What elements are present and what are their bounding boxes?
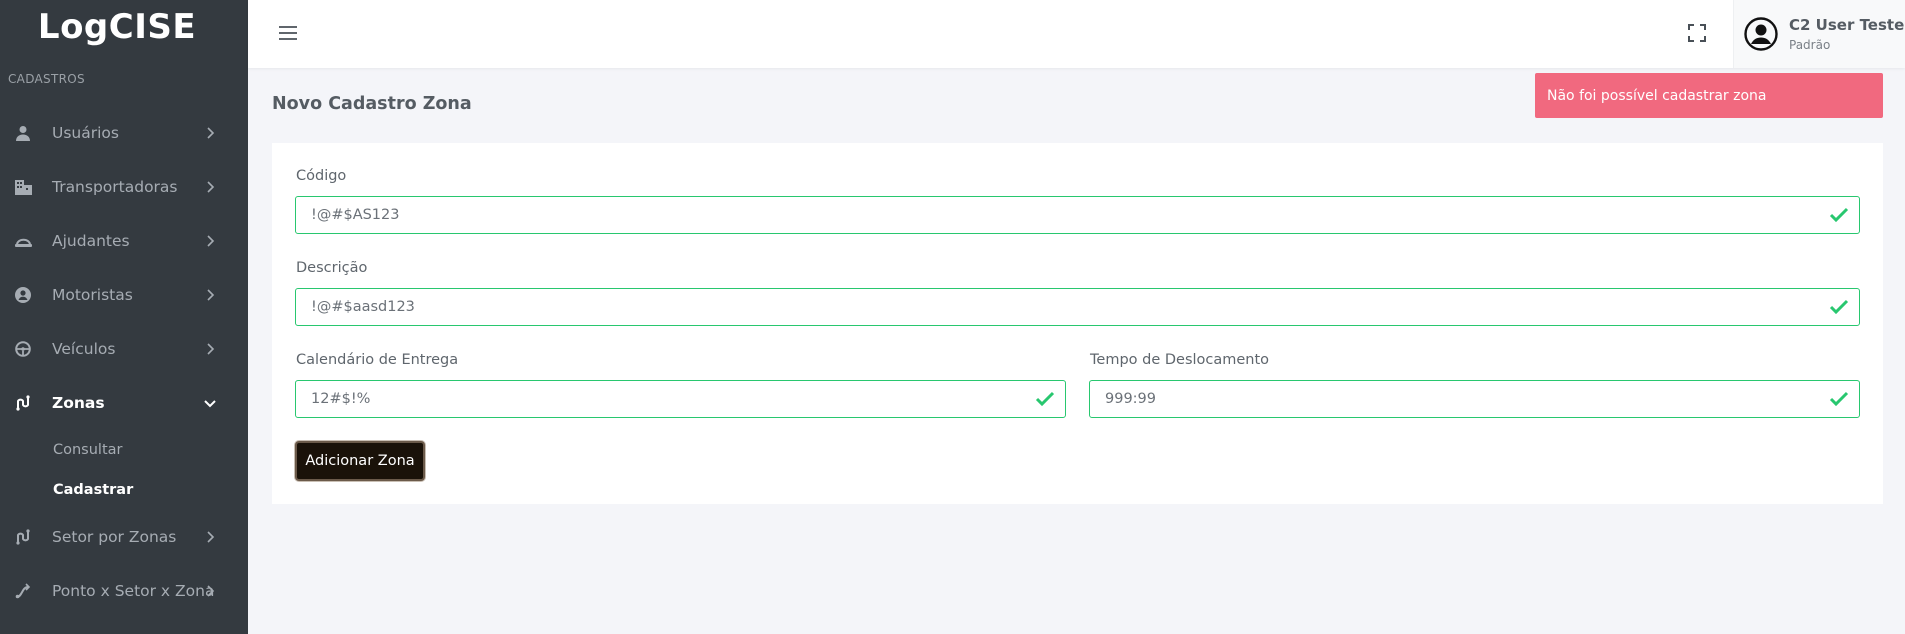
sidebar-item-label: Ajudantes [52, 232, 130, 250]
route-icon [14, 528, 32, 546]
branch-icon [14, 582, 32, 600]
check-icon [1829, 391, 1849, 407]
sidebar-item-label: Transportadoras [52, 178, 178, 196]
sidebar-item-motoristas[interactable]: Motoristas [0, 268, 248, 322]
sidebar-item-label: Motoristas [52, 286, 133, 304]
error-alert: Não foi possível cadastrar zona [1535, 73, 1883, 118]
codigo-value: !@#$AS123 [311, 207, 400, 223]
chevron-right-icon [207, 127, 215, 139]
avatar-icon [1744, 17, 1778, 51]
chevron-right-icon [207, 181, 215, 193]
calendario-value: 12#$!% [311, 391, 371, 407]
tempo-value: 999:99 [1105, 391, 1157, 407]
user-menu[interactable]: C2 User Teste Padrão [1733, 0, 1905, 68]
tempo-input[interactable]: 999:99 [1089, 380, 1860, 418]
user-circle-icon [14, 286, 32, 304]
sidebar-item-label: Zonas [52, 394, 105, 412]
descricao-value: !@#$aasd123 [311, 299, 415, 315]
sidebar-section-title: CADASTROS [8, 72, 85, 86]
topbar: C2 User Teste Padrão [248, 0, 1905, 68]
check-icon [1035, 391, 1055, 407]
sidebar: LogCISE CADASTROS Usuários Transportador… [0, 0, 248, 634]
sidebar-item-usuarios[interactable]: Usuários [0, 106, 248, 160]
brand-logo[interactable]: LogCISE [0, 0, 248, 54]
route-icon [14, 394, 32, 412]
sidebar-item-label: Ponto x Setor x Zona [52, 582, 215, 600]
check-icon [1829, 299, 1849, 315]
helmet-icon [14, 232, 32, 250]
calendario-input[interactable]: 12#$!% [295, 380, 1066, 418]
chevron-right-icon [207, 235, 215, 247]
building-icon [14, 178, 32, 196]
tempo-label: Tempo de Deslocamento [1090, 352, 1270, 368]
chevron-down-icon [204, 400, 216, 408]
chevron-right-icon [207, 343, 215, 355]
descricao-input[interactable]: !@#$aasd123 [295, 288, 1860, 326]
codigo-input[interactable]: !@#$AS123 [295, 196, 1860, 234]
sidebar-item-zonas[interactable]: Zonas [0, 376, 248, 430]
chevron-right-icon [207, 289, 215, 301]
sidebar-item-transportadoras[interactable]: Transportadoras [0, 160, 248, 214]
fullscreen-icon[interactable] [1687, 23, 1707, 43]
sidebar-item-ajudantes[interactable]: Ajudantes [0, 214, 248, 268]
user-name: C2 User Teste [1789, 16, 1905, 34]
hamburger-menu-icon[interactable] [278, 24, 298, 42]
sidebar-subitem-consultar[interactable]: Consultar [0, 430, 248, 470]
check-icon [1829, 207, 1849, 223]
sidebar-subitem-cadastrar[interactable]: Cadastrar [0, 470, 248, 510]
calendario-label: Calendário de Entrega [296, 352, 459, 368]
add-zone-button[interactable]: Adicionar Zona [295, 441, 425, 481]
chevron-right-icon [207, 531, 215, 543]
sidebar-item-label: Setor por Zonas [52, 528, 177, 546]
sidebar-item-label: Veículos [52, 340, 116, 358]
descricao-label: Descrição [296, 260, 368, 276]
user-info: C2 User Teste Padrão [1789, 16, 1904, 52]
page-title: Novo Cadastro Zona [272, 94, 472, 114]
sidebar-item-setor-por-zonas[interactable]: Setor por Zonas [0, 510, 248, 564]
codigo-label: Código [296, 168, 347, 184]
user-icon [14, 124, 32, 142]
sidebar-item-ponto-setor-zona[interactable]: Ponto x Setor x Zona [0, 564, 248, 618]
steering-wheel-icon [14, 340, 32, 358]
sidebar-item-label: Usuários [52, 124, 119, 142]
sidebar-item-veiculos[interactable]: Veículos [0, 322, 248, 376]
user-role: Padrão [1789, 38, 1831, 52]
chevron-right-icon [207, 585, 215, 597]
